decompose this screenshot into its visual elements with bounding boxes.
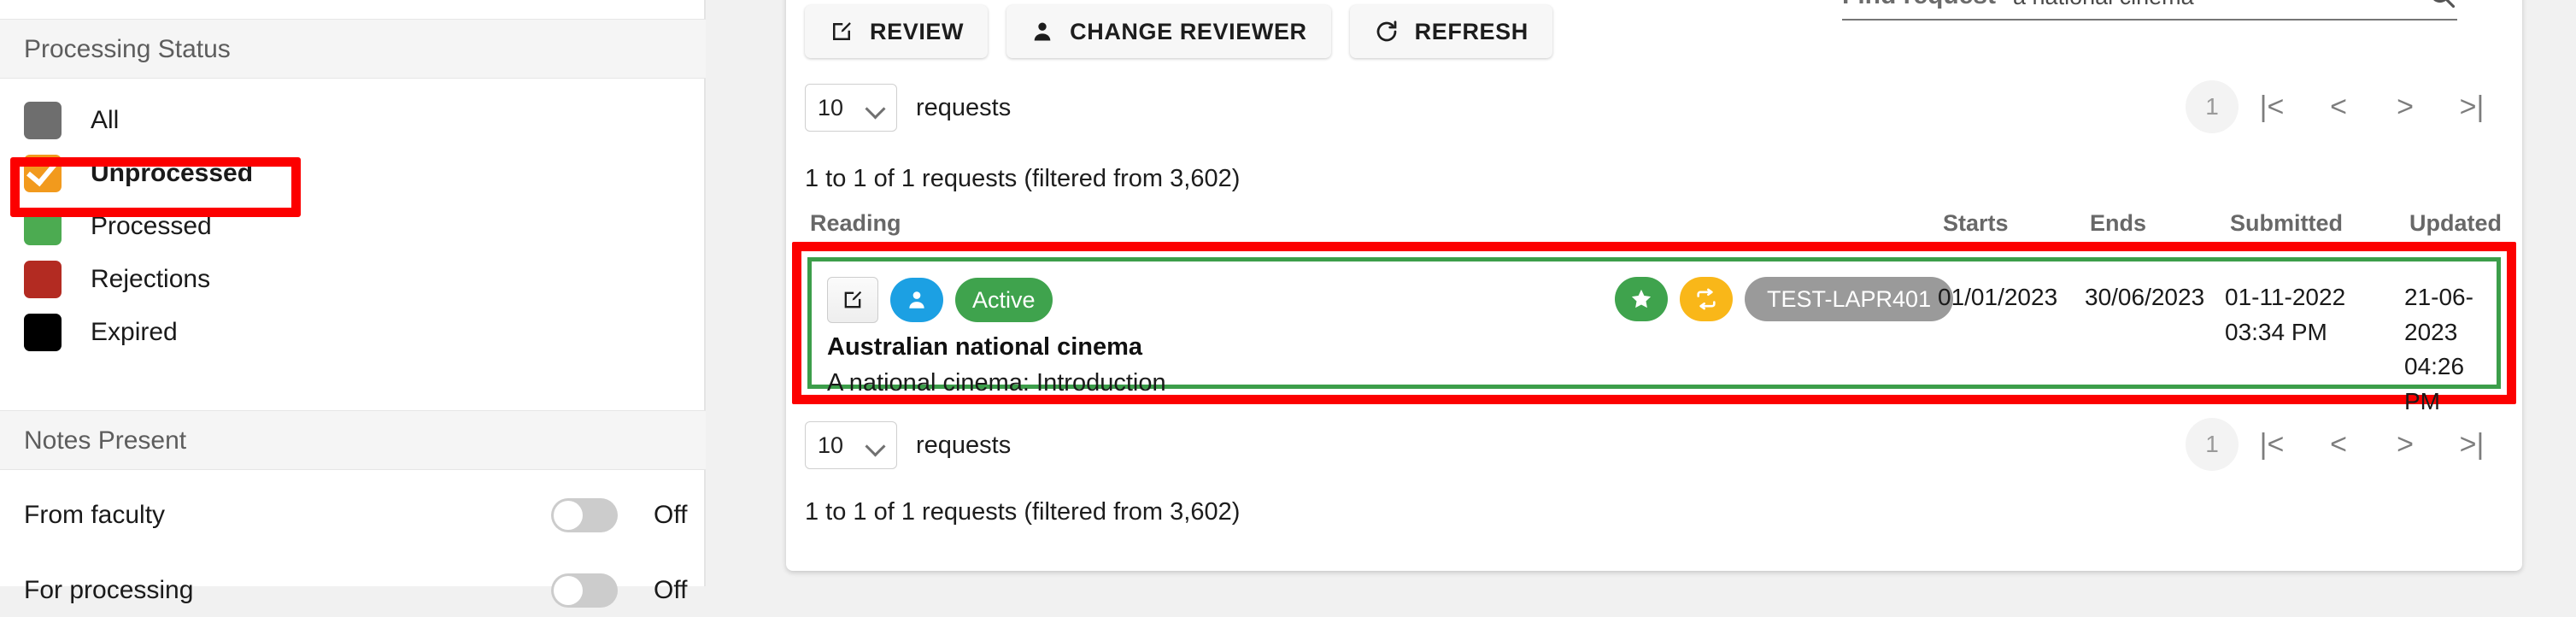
next-page-button-bottom[interactable]: > (2372, 418, 2438, 471)
row-badge-group: Active (827, 277, 1053, 323)
last-page-button-top[interactable]: >| (2438, 80, 2505, 133)
row-status-badge[interactable]: Active (955, 278, 1053, 322)
toggle-label-for-processing: For processing (24, 576, 193, 605)
notes-present-header: Notes Present (0, 410, 706, 470)
action-toolbar: REVIEW CHANGE REVIEWER REFRESH (805, 5, 1552, 58)
row-subtitle: A national cinema: Introduction (827, 369, 1166, 397)
search-icon[interactable] (2426, 0, 2457, 10)
row-annotation-box: Active Australian national cinema A nati… (792, 242, 2516, 404)
search-input[interactable] (2013, 0, 2418, 10)
column-header-updated[interactable]: Updated (2409, 210, 2502, 237)
toggle-state-from-faculty: Off (654, 501, 687, 530)
row-updated-time: 04:26 PM (2404, 350, 2497, 419)
results-info-top: 1 to 1 of 1 requests (filtered from 3,60… (805, 165, 1240, 193)
column-header-starts[interactable]: Starts (1943, 210, 2009, 237)
toggle-row-for-processing: For processing Off (0, 564, 706, 617)
swatch-all (24, 102, 62, 139)
checkmark-icon (26, 155, 57, 186)
status-item-processed[interactable]: Processed (0, 200, 706, 253)
row-edit-button[interactable] (827, 277, 878, 323)
requests-panel: REVIEW CHANGE REVIEWER REFRESH (786, 0, 2522, 571)
review-button[interactable]: REVIEW (805, 5, 988, 58)
status-label-unprocessed: Unprocessed (91, 159, 253, 188)
refresh-button-label: REFRESH (1415, 19, 1529, 45)
toggle-for-processing[interactable] (551, 573, 618, 608)
change-reviewer-button-label: CHANGE REVIEWER (1070, 19, 1307, 45)
page-length-unit-bottom: requests (916, 432, 1011, 460)
first-page-button-top[interactable]: |< (2239, 80, 2305, 133)
row-submitted-date: 01-11-2022 (2225, 280, 2345, 315)
row-submitted: 01-11-2022 03:34 PM (2225, 280, 2345, 350)
page-controls-bottom: 1 |< < > >| (2186, 418, 2505, 471)
row-title: Australian national cinema (827, 333, 1142, 361)
toggle-state-for-processing: Off (654, 576, 687, 605)
swatch-unprocessed (24, 155, 62, 192)
pager-top: 102550100 requests 1 |< < > >| (805, 84, 2505, 132)
toggle-label-from-faculty: From faculty (24, 501, 165, 530)
row-course-code[interactable]: TEST-LAPR401 (1745, 277, 1953, 321)
refresh-button[interactable]: REFRESH (1350, 5, 1552, 58)
prev-page-button-top[interactable]: < (2305, 80, 2372, 133)
change-reviewer-button[interactable]: CHANGE REVIEWER (1006, 5, 1331, 58)
row-updated: 21-06-2023 04:26 PM (2404, 280, 2497, 419)
status-item-expired[interactable]: Expired (0, 306, 706, 359)
edit-square-icon (829, 19, 854, 44)
processing-status-header: Processing Status (0, 19, 706, 79)
status-label-expired: Expired (91, 318, 178, 347)
page-length-select-top[interactable]: 102550100 (805, 84, 897, 132)
last-page-button-bottom[interactable]: >| (2438, 418, 2505, 471)
page-controls-top: 1 |< < > >| (2186, 80, 2505, 133)
page-number-1-bottom[interactable]: 1 (2186, 418, 2239, 471)
swatch-processed (24, 208, 62, 245)
toggle-knob (554, 576, 583, 605)
row-updated-date: 21-06-2023 (2404, 280, 2497, 350)
swatch-expired (24, 314, 62, 351)
row-ends: 30/06/2023 (2085, 280, 2204, 315)
row-tag-group: TEST-LAPR401 (1615, 277, 1953, 321)
status-item-rejections[interactable]: Rejections (0, 253, 706, 306)
first-page-button-bottom[interactable]: |< (2239, 418, 2305, 471)
results-info-bottom: 1 to 1 of 1 requests (filtered from 3,60… (805, 498, 1240, 526)
row-starts-date: 01/01/2023 (1938, 280, 2057, 315)
next-page-button-top[interactable]: > (2372, 80, 2438, 133)
search-label: Find request (1842, 0, 1996, 10)
toggle-from-faculty[interactable] (551, 498, 618, 532)
row-starts: 01/01/2023 (1938, 280, 2057, 315)
row-ends-date: 30/06/2023 (2085, 280, 2204, 315)
row-submitted-time: 03:34 PM (2225, 315, 2345, 350)
column-header-ends[interactable]: Ends (2090, 210, 2146, 237)
person-icon (1030, 20, 1054, 44)
status-label-rejections: Rejections (91, 265, 210, 294)
repeat-icon[interactable] (1680, 277, 1733, 321)
review-button-label: REVIEW (870, 19, 964, 45)
prev-page-button-bottom[interactable]: < (2305, 418, 2372, 471)
find-request-search: Find request (1842, 0, 2457, 21)
status-item-all[interactable]: All (0, 94, 706, 147)
page-length-select-bottom[interactable]: 102550100 (805, 421, 897, 469)
column-header-reading[interactable]: Reading (810, 210, 901, 237)
refresh-icon (1374, 19, 1399, 44)
toggle-knob (554, 501, 583, 530)
toggle-row-from-faculty: From faculty Off (0, 489, 706, 542)
page-number-1-top[interactable]: 1 (2186, 80, 2239, 133)
filter-sidebar: Processing Status All Unprocessed Proces… (0, 0, 706, 586)
table-row[interactable]: Active Australian national cinema A nati… (807, 257, 2501, 389)
star-icon[interactable] (1615, 277, 1668, 321)
column-header-submitted[interactable]: Submitted (2230, 210, 2343, 237)
status-item-unprocessed[interactable]: Unprocessed (0, 147, 706, 200)
processing-status-list: All Unprocessed Processed Rejections Exp… (0, 94, 706, 359)
page-length-unit-top: requests (916, 94, 1011, 122)
status-label-processed: Processed (91, 212, 212, 241)
table-header-row: Reading Starts Ends Submitted Updated (805, 210, 2505, 244)
swatch-rejections (24, 261, 62, 298)
pager-bottom: 102550100 requests 1 |< < > >| (805, 421, 2505, 469)
status-label-all: All (91, 106, 119, 135)
row-reviewer-badge[interactable] (890, 278, 943, 322)
